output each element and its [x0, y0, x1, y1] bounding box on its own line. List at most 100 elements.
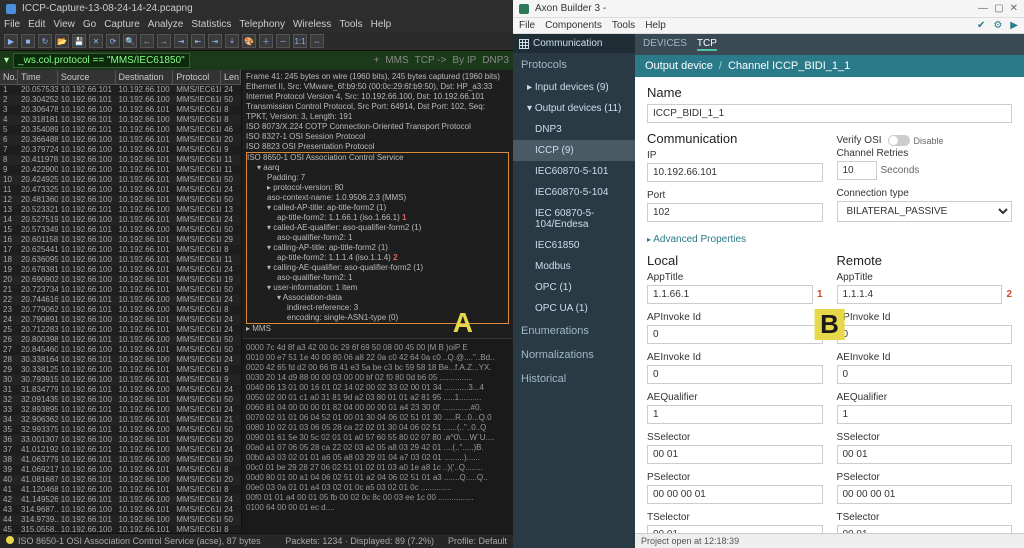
tree-ui[interactable]: ▾ user-information: 1 item — [247, 283, 508, 293]
filter-btn-tcp[interactable]: TCP -> — [415, 55, 447, 66]
table-row[interactable]: 3432.90636210.192.66.10010.192.66.101MMS… — [0, 415, 241, 425]
menu-edit[interactable]: Edit — [28, 19, 45, 30]
tree-callingae[interactable]: ▾ calling-AE-qualifier: aso-qualifier-fo… — [247, 263, 508, 273]
table-row[interactable]: 2520.71228310.192.66.10010.192.66.101MMS… — [0, 325, 241, 335]
tb-find-icon[interactable]: 🔍 — [123, 34, 137, 48]
table-row[interactable]: 44314.9739..10.192.66.10110.192.66.100MM… — [0, 515, 241, 525]
table-row[interactable]: 2020.69090210.192.66.10010.192.66.101MMS… — [0, 275, 241, 285]
hex-row[interactable]: 0060 81 04 00 00 00 01 82 04 00 00 00 01… — [246, 403, 509, 413]
filter-bookmark-icon[interactable]: ▾ — [4, 55, 9, 66]
tree-tcp[interactable]: Transmission Control Protocol, Src Port:… — [246, 102, 509, 112]
tree-calledap[interactable]: ▾ called-AP-title: ap-title-form2 (1) — [247, 203, 508, 213]
apptitle-l-input[interactable] — [647, 285, 813, 304]
packet-list[interactable]: No. Time Source Destination Protocol Len… — [0, 70, 242, 533]
ip-input[interactable] — [647, 163, 823, 182]
menu-wireless[interactable]: Wireless — [293, 19, 331, 30]
tree-padding[interactable]: Padding: 7 — [247, 173, 508, 183]
menu-go[interactable]: Go — [83, 19, 96, 30]
bc-channel[interactable]: Channel ICCP_BIDI_1_1 — [728, 60, 850, 72]
hex-row[interactable]: 0090 01 61 5e 30 5c 02 01 01 a0 57 60 55… — [246, 433, 509, 443]
filter-btn-plus[interactable]: + — [373, 55, 379, 66]
tree-ad[interactable]: ▾ Association-data — [247, 293, 508, 303]
sidebar-item-61850[interactable]: IEC61850 — [513, 235, 635, 256]
tree-frame[interactable]: Frame 41: 245 bytes on wire (1960 bits),… — [246, 72, 509, 82]
sidebar-section-norm[interactable]: Normalizations — [513, 343, 635, 367]
table-row[interactable]: 720.37972410.192.66.10010.192.66.101MMS/… — [0, 145, 241, 155]
tb-close-icon[interactable]: ✕ — [89, 34, 103, 48]
packet-bytes[interactable]: 0000 7c 4d 8f a3 42 00 0c 29 6f 69 50 08… — [242, 338, 513, 533]
tree-callingap[interactable]: ▾ calling-AP-title: ap-title-form2 (1) — [247, 243, 508, 253]
tb-save-icon[interactable]: 💾 — [72, 34, 86, 48]
deploy-icon[interactable]: ⚙ — [993, 20, 1002, 31]
tree-pres[interactable]: ISO 8823 OSI Presentation Protocol — [246, 142, 509, 152]
sidebar-header[interactable]: Communication — [513, 34, 635, 53]
tree-tpkt[interactable]: TPKT, Version: 3, Length: 191 — [246, 112, 509, 122]
sidebar-item-dnp3[interactable]: DNP3 — [513, 119, 635, 140]
table-row[interactable]: 3030.79391510.192.66.10010.192.66.101MMS… — [0, 375, 241, 385]
axon-menubar[interactable]: File Components Tools Help ✔ ⚙ ▶ — [513, 18, 1024, 34]
table-row[interactable]: 3841.06377910.192.66.10110.192.66.100MMS… — [0, 455, 241, 465]
tb-zoomout-icon[interactable]: － — [276, 34, 290, 48]
table-row[interactable]: 2220.74461610.192.66.10110.192.66.100MMS… — [0, 295, 241, 305]
status-profile[interactable]: Profile: Default — [448, 536, 507, 546]
table-row[interactable]: 920.42290010.192.66.10010.192.66.101MMS/… — [0, 165, 241, 175]
sidebar-item-104endesa[interactable]: IEC 60870-5-104/Endesa — [513, 203, 635, 235]
tab-devices[interactable]: DEVICES — [643, 38, 687, 51]
tb-resize-icon[interactable]: ⇔ — [310, 34, 324, 48]
table-row[interactable]: 3741.01219210.192.66.10110.192.66.100MMS… — [0, 445, 241, 455]
hex-row[interactable]: 00b0 a3 03 02 01 01 a6 05 a8 03 29 01 04… — [246, 453, 509, 463]
tree-calledae2[interactable]: aso-qualifier-form2: 1 — [247, 233, 508, 243]
table-row[interactable]: 1720.62544110.192.66.10010.192.66.101MMS… — [0, 245, 241, 255]
advanced-link[interactable]: ▸ Advanced Properties — [647, 234, 1012, 245]
tb-last-icon[interactable]: ⇥ — [208, 34, 222, 48]
tb-goto-icon[interactable]: ⇥ — [174, 34, 188, 48]
aeinv-r-input[interactable] — [837, 365, 1013, 384]
menu-view[interactable]: View — [53, 19, 75, 30]
tree-eth[interactable]: Ethernet II, Src: VMware_6f:b9:50 (00:0c… — [246, 82, 509, 92]
psel-r-input[interactable] — [837, 485, 1013, 504]
col-dest[interactable]: Destination — [116, 70, 174, 84]
menu-file[interactable]: File — [4, 19, 20, 30]
table-row[interactable]: 320.30647810.192.66.10010.192.66.101MMS/… — [0, 105, 241, 115]
table-row[interactable]: 120.05753310.192.66.10110.192.66.100MMS/… — [0, 85, 241, 95]
table-row[interactable]: 2830.33816410.192.66.10110.192.66.100MMS… — [0, 355, 241, 365]
tb-first-icon[interactable]: ⇤ — [191, 34, 205, 48]
menu-statistics[interactable]: Statistics — [191, 19, 231, 30]
aeq-r-input[interactable] — [837, 405, 1013, 424]
run-icon[interactable]: ▶ — [1010, 20, 1018, 31]
sidebar-item-opc[interactable]: OPC (1) — [513, 277, 635, 298]
validate-icon[interactable]: ✔ — [977, 20, 985, 31]
tree-aarq[interactable]: ▾ aarq — [247, 163, 508, 173]
table-row[interactable]: 2720.84546010.192.66.10010.192.66.101MMS… — [0, 345, 241, 355]
table-row[interactable]: 4141.12046810.192.66.10010.192.66.101MMS… — [0, 485, 241, 495]
sidebar-section-enum[interactable]: Enumerations — [513, 319, 635, 343]
hex-row[interactable]: 0010 00 e7 51 1e 40 00 80 06 a8 22 0a c0… — [246, 353, 509, 363]
table-row[interactable]: 1420.52751910.192.66.10010.192.66.101MMS… — [0, 215, 241, 225]
axon-titlebar[interactable]: Axon Builder 3 - — ▢ ✕ — [513, 0, 1024, 18]
tb-autoscroll-icon[interactable]: ⤓ — [225, 34, 239, 48]
sidebar-item-modbus[interactable]: Modbus — [513, 256, 635, 277]
tb-zoomin-icon[interactable]: ＋ — [259, 34, 273, 48]
psel-l-input[interactable] — [647, 485, 823, 504]
table-row[interactable]: 1220.48136010.192.66.10010.192.66.101MMS… — [0, 195, 241, 205]
amenu-tools[interactable]: Tools — [612, 20, 635, 31]
ctype-select[interactable]: BILATERAL_PASSIVE — [837, 201, 1013, 222]
sidebar-item-output[interactable]: ▾ Output devices (11) — [513, 98, 635, 119]
aeq-l-input[interactable] — [647, 405, 823, 424]
hex-row[interactable]: 0020 42 65 fd d2 00 66 f8 41 e3 5a be c3… — [246, 363, 509, 373]
hex-row[interactable]: 0050 02 00 01 c1 a0 31 81 9d a2 03 80 01… — [246, 393, 509, 403]
hex-row[interactable]: 0000 7c 4d 8f a3 42 00 0c 29 6f 69 50 08… — [246, 343, 509, 353]
tb-open-icon[interactable]: 📂 — [55, 34, 69, 48]
tb-zoomreset-icon[interactable]: 1:1 — [293, 34, 307, 48]
packet-details[interactable]: Frame 41: 245 bytes on wire (1960 bits),… — [242, 70, 513, 338]
table-row[interactable]: 1120.47332510.192.66.10010.192.66.101MMS… — [0, 185, 241, 195]
amenu-components[interactable]: Components — [545, 20, 602, 31]
sidebar-item-opcua[interactable]: OPC UA (1) — [513, 298, 635, 319]
verify-toggle[interactable]: Disable — [888, 135, 944, 146]
table-row[interactable]: 1020.42492510.192.66.10010.192.66.101MMS… — [0, 175, 241, 185]
tree-calledap2[interactable]: ap-title-form2: 1.1.66.1 (iso.1.66.1) 1 — [247, 213, 508, 223]
tree-asoctx[interactable]: aso-context-name: 1.0.9506.2.3 (MMS) — [247, 193, 508, 203]
filter-btn-dnp3[interactable]: DNP3 — [482, 55, 509, 66]
sidebar-item-101[interactable]: IEC60870-5-101 — [513, 161, 635, 182]
menu-analyze[interactable]: Analyze — [148, 19, 184, 30]
